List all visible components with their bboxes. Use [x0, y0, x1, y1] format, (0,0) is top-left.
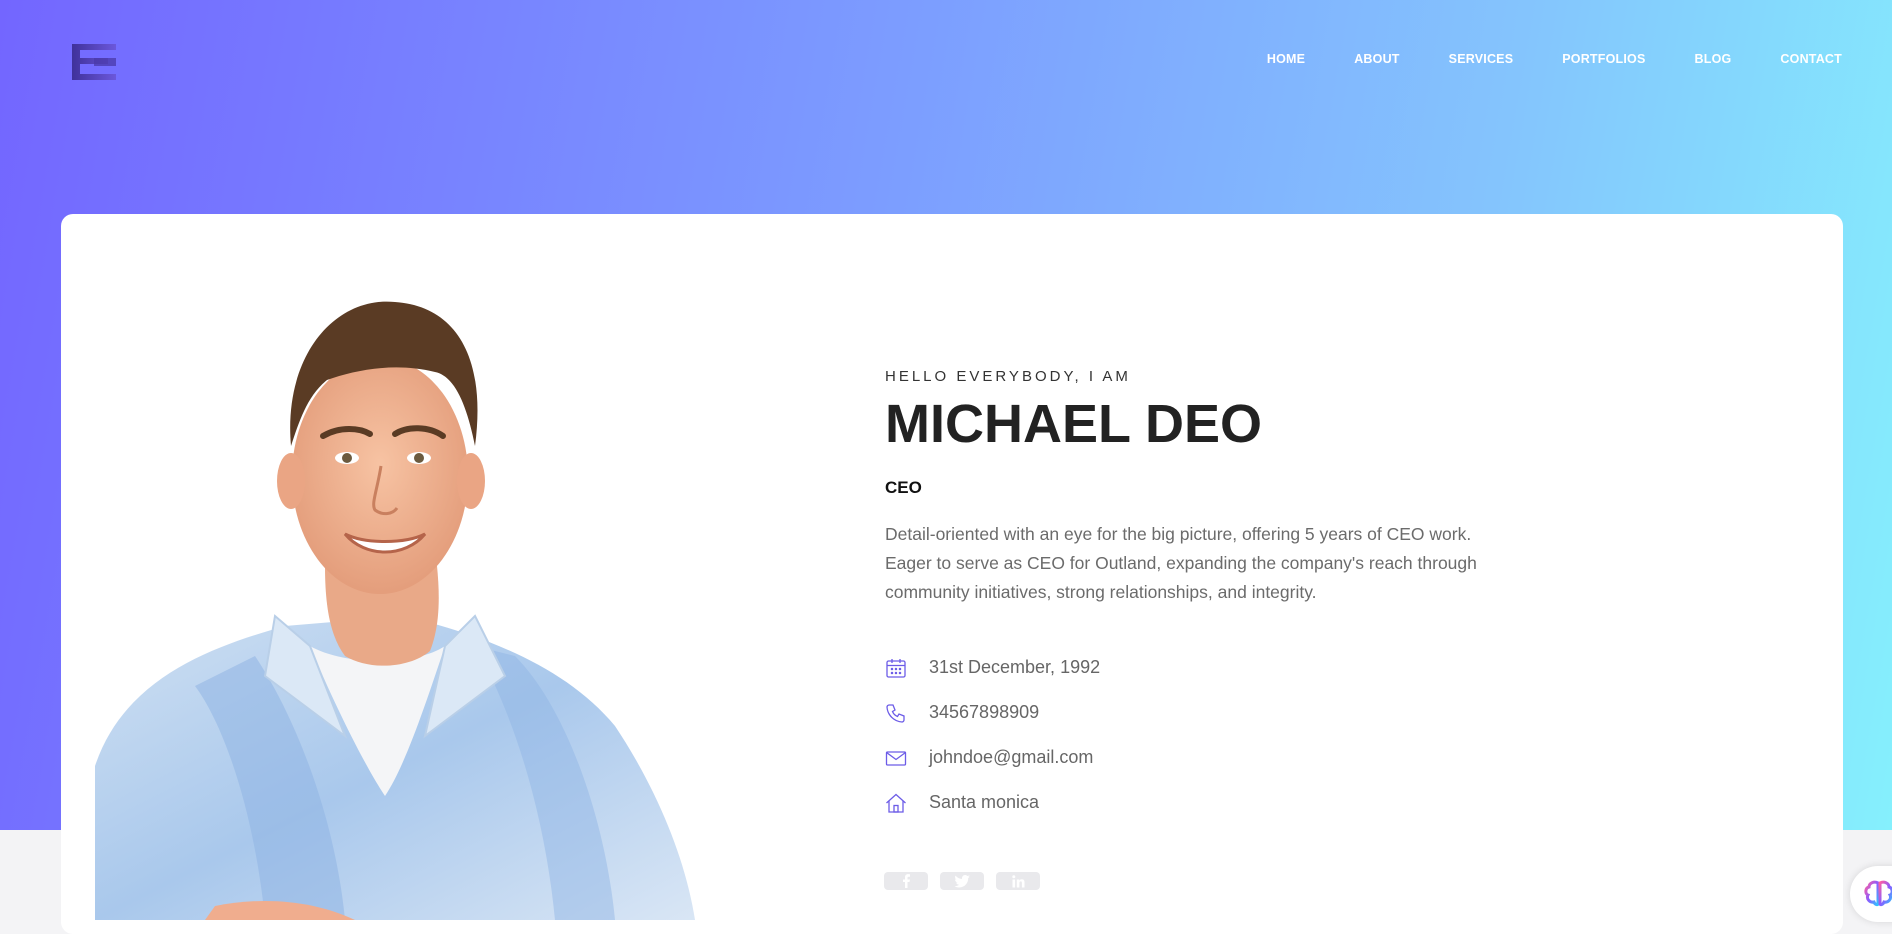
linkedin-button[interactable]: [996, 872, 1040, 890]
info-email: johndoe@gmail.com: [885, 735, 1505, 780]
info-birthday: 31st December, 1992: [885, 645, 1505, 690]
nav-item-home[interactable]: HOME: [1267, 52, 1305, 66]
mail-icon: [885, 747, 907, 769]
nav-item-contact[interactable]: CONTACT: [1780, 52, 1842, 66]
site-logo[interactable]: [72, 42, 118, 82]
email-value[interactable]: johndoe@gmail.com: [929, 747, 1093, 768]
job-title: CEO: [885, 478, 922, 498]
home-icon: [885, 792, 907, 814]
intro-section: HELLO EVERYBODY, I AM MICHAEL DEO CEO De…: [885, 368, 1505, 825]
nav-item-services[interactable]: SERVICES: [1449, 52, 1514, 66]
info-phone: 34567898909: [885, 690, 1505, 735]
phone-value[interactable]: 34567898909: [929, 702, 1039, 723]
nav-item-about[interactable]: ABOUT: [1354, 52, 1399, 66]
linkedin-icon: [1011, 874, 1024, 887]
brain-icon: [1864, 880, 1892, 907]
nav-item-portfolios[interactable]: PORTFOLIOS: [1562, 52, 1645, 66]
facebook-icon: [903, 874, 910, 888]
bio-text: Detail-oriented with an eye for the big …: [885, 524, 1477, 603]
nav-item-blog[interactable]: BLOG: [1695, 52, 1732, 66]
twitter-button[interactable]: [940, 872, 984, 890]
social-links: [884, 872, 1040, 890]
phone-icon: [885, 702, 907, 724]
contact-info-list: 31st December, 1992 34567898909 johndoe@…: [885, 645, 1505, 825]
facebook-button[interactable]: [884, 872, 928, 890]
twitter-icon: [954, 874, 970, 887]
profile-photo: [95, 296, 735, 920]
birthday-value: 31st December, 1992: [929, 657, 1101, 678]
person-name: MICHAEL DEO: [885, 394, 1263, 454]
greeting-text: HELLO EVERYBODY, I AM: [885, 368, 1131, 385]
address-value: Santa monica: [929, 792, 1040, 813]
info-address: Santa monica: [885, 780, 1505, 825]
calendar-icon: [885, 657, 907, 679]
main-nav: HOME ABOUT SERVICES PORTFOLIOS BLOG CONT…: [1218, 52, 1842, 66]
logo-icon: [72, 44, 116, 80]
